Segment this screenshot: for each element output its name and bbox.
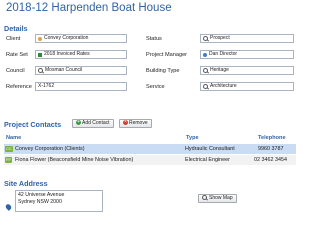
reference-input[interactable]: X-1762 <box>35 82 127 91</box>
service-label: Service <box>146 84 165 90</box>
council-field[interactable]: Mosman Council <box>35 66 127 75</box>
council-label: Council <box>6 68 25 74</box>
building-type-label: Building Type <box>146 68 180 74</box>
site-address-field[interactable]: 42 Universe Avenue Sydney NSW 2000 <box>15 190 103 212</box>
rate-set-label: Rate Set <box>6 52 28 58</box>
client-icon <box>38 36 42 41</box>
details-heading: Details <box>4 24 28 33</box>
search-icon <box>203 36 208 41</box>
contact-name: Convey Corporation (Clients) <box>15 146 85 152</box>
add-contact-button[interactable]: + Add Contact <box>72 119 114 128</box>
map-pin-icon <box>4 197 13 215</box>
status-field[interactable]: Prospect <box>200 34 294 43</box>
search-icon <box>203 68 208 73</box>
reference-label: Reference <box>6 84 32 90</box>
address-line-2: Sydney NSW 2000 <box>18 198 62 205</box>
building-type-field[interactable]: Heritage <box>200 66 294 75</box>
person-icon <box>203 52 207 57</box>
contact-name: Fiona Flower (Beaconsfield Mine Noise Vi… <box>15 157 134 163</box>
contact-avatar: CC <box>5 145 13 152</box>
column-header-name[interactable]: Name <box>6 135 21 141</box>
column-header-telephone[interactable]: Telephone <box>258 135 286 141</box>
plus-icon: + <box>76 119 81 126</box>
contact-avatar: FF <box>5 156 12 163</box>
contact-type: Hydraulic Consultant <box>185 146 235 152</box>
rate-set-field[interactable]: 2018 Invoiced Rates <box>35 50 127 59</box>
map-icon <box>202 195 207 201</box>
contact-row[interactable]: CC Convey Corporation (Clients) Hydrauli… <box>4 144 296 154</box>
page-title: 2018-12 Harpenden Boat House <box>6 2 172 14</box>
rate-icon <box>38 52 42 57</box>
show-map-button[interactable]: Show Map <box>198 194 237 203</box>
column-header-type[interactable]: Type <box>186 135 199 141</box>
site-address-heading: Site Address <box>4 179 48 188</box>
contact-row[interactable]: FF Fiona Flower (Beaconsfield Mine Noise… <box>4 155 296 165</box>
search-icon <box>38 68 43 73</box>
contact-phone: 9960 3787 <box>258 146 284 152</box>
contact-type: Electrical Engineer <box>185 157 230 163</box>
contacts-heading: Project Contacts <box>4 120 62 129</box>
client-field[interactable]: Convey Corporation <box>35 34 127 43</box>
search-icon <box>203 84 208 89</box>
project-manager-label: Project Manager <box>146 52 188 58</box>
remove-contact-button[interactable]: × Remove <box>119 119 152 128</box>
remove-icon: × <box>123 119 128 126</box>
service-field[interactable]: Architecture <box>200 82 294 91</box>
project-manager-field[interactable]: Dan Director <box>200 50 294 59</box>
contact-phone: 02 3462 3454 <box>254 157 287 163</box>
client-label: Client <box>6 36 21 42</box>
status-label: Status <box>146 36 162 42</box>
